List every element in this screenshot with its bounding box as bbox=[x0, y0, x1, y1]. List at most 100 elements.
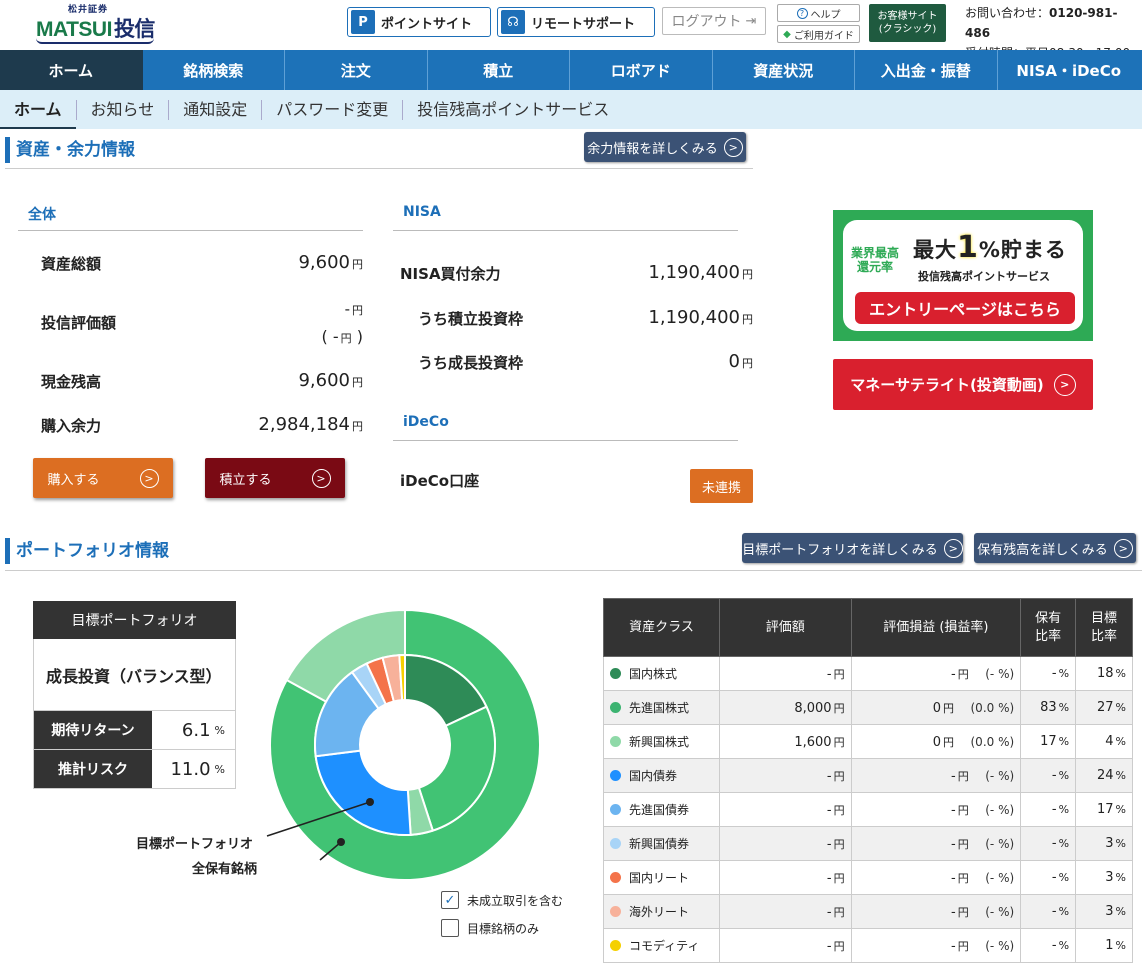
portfolio-title-divider bbox=[5, 570, 1142, 571]
target-only-checkbox[interactable]: 目標銘柄のみ bbox=[441, 919, 539, 937]
ideco-divider bbox=[393, 440, 738, 441]
classic-site-button[interactable]: お客様サイト (クラシック) bbox=[869, 4, 946, 42]
banner-subheadline: 投信残高ポイントサービス bbox=[918, 270, 1050, 283]
subnav-notices[interactable]: お知らせ bbox=[75, 99, 170, 120]
ideco-label: iDeCo bbox=[403, 414, 449, 430]
profit-loss-cell: 0円 (0.0 %) bbox=[850, 724, 1022, 759]
subnav-password-change[interactable]: パスワード変更 bbox=[262, 99, 404, 120]
table-row: 新興国株式 1,600 円 0 円 (0.0 %) 17% 4% bbox=[603, 724, 1133, 759]
col-profit-loss: 評価損益 (損益率) bbox=[850, 598, 1022, 657]
valuation-cell: -円 bbox=[718, 758, 852, 793]
expected-return-row: 期待リターン 6.1% bbox=[33, 711, 236, 750]
fund-valuation-sub: ( -円 ) bbox=[321, 327, 363, 346]
money-satellite-banner[interactable]: マネーサテライト(投資動画) > bbox=[833, 359, 1093, 410]
nisa-label: NISA bbox=[403, 204, 441, 220]
fund-valuation-value: -円 bbox=[344, 300, 363, 318]
asset-class-cell: 国内株式 bbox=[603, 656, 720, 691]
target-ratio-cell: 27% bbox=[1075, 690, 1133, 725]
nisa-divider bbox=[393, 230, 738, 231]
ideco-unlinked-button[interactable]: 未連携 bbox=[690, 469, 753, 503]
asset-class-table: 資産クラス 評価額 評価損益 (損益率) 保有 比率 目標 比率 国内株式 - 円 -… bbox=[603, 598, 1133, 963]
remote-support-label: リモートサポート bbox=[531, 16, 636, 32]
guide-label: ご利用ガイド bbox=[793, 30, 854, 42]
col-target-ratio: 目標 比率 bbox=[1075, 598, 1133, 657]
valuation-cell: -円 bbox=[718, 860, 852, 895]
logout-icon: ⇥ bbox=[745, 13, 757, 29]
banner-headline: 最大1%貯まる bbox=[913, 230, 1067, 265]
subnav-point-service[interactable]: 投信残高ポイントサービス bbox=[403, 100, 623, 120]
holding-ratio-cell: 17% bbox=[1020, 724, 1077, 759]
subnav-home[interactable]: ホーム bbox=[0, 91, 76, 129]
legend-dot-icon bbox=[610, 838, 621, 849]
include-pending-checkbox[interactable]: ✓ 未成立取引を含む bbox=[441, 891, 563, 909]
legend-dot-icon bbox=[610, 906, 621, 917]
valuation-cell: -円 bbox=[718, 928, 852, 963]
capacity-detail-label: 余力情報を詳しくみる bbox=[587, 141, 718, 157]
banner-highest-rate: 業界最高 還元率 bbox=[851, 246, 900, 274]
nav-deposit-transfer[interactable]: 入出金・振替 bbox=[855, 50, 998, 90]
profit-loss-cell: -円 (- %) bbox=[850, 792, 1022, 827]
money-satellite-label: マネーサテライト(投資動画) bbox=[850, 376, 1044, 394]
chart-label-target: 目標ポートフォリオ bbox=[136, 837, 254, 852]
estimated-risk-label: 推計リスク bbox=[34, 750, 152, 788]
table-row: 新興国債券 - 円 - 円 (- %) -% 3% bbox=[603, 826, 1133, 861]
nav-roboad[interactable]: ロボアド bbox=[570, 50, 713, 90]
target-ratio-cell: 3% bbox=[1075, 826, 1133, 861]
logout-button[interactable]: ログアウト ⇥ bbox=[662, 7, 766, 35]
holding-ratio-cell: -% bbox=[1020, 792, 1077, 827]
target-ratio-cell: 24% bbox=[1075, 758, 1133, 793]
headset-icon: ☊ bbox=[501, 10, 525, 34]
expected-return-label: 期待リターン bbox=[34, 711, 152, 749]
point-site-button[interactable]: P ポイントサイト bbox=[347, 7, 491, 37]
asset-class-cell: コモディティ bbox=[603, 928, 720, 963]
nisa-accum-frame-label: うち積立投資枠 bbox=[418, 310, 524, 328]
profit-loss-cell: -円 (- %) bbox=[850, 656, 1022, 691]
target-leader-line bbox=[266, 801, 371, 837]
banner-inner: 業界最高 還元率 最大1%貯まる 投信残高ポイントサービス エントリーページはこち… bbox=[843, 220, 1083, 331]
holding-leader-dot bbox=[337, 838, 345, 846]
nav-fund-search[interactable]: 銘柄検索 bbox=[143, 50, 285, 90]
guide-button[interactable]: ◆ ご利用ガイド bbox=[777, 25, 860, 43]
asset-class-cell: 新興国株式 bbox=[603, 724, 720, 759]
target-leader-dot bbox=[366, 798, 374, 806]
nav-nisa-ideco[interactable]: NISA・iDeCo bbox=[998, 50, 1141, 90]
chart-leader-lines bbox=[266, 798, 374, 861]
nisa-growth-frame-label: うち成長投資枠 bbox=[418, 354, 524, 372]
ideco-account-label: iDeCo口座 bbox=[400, 472, 480, 490]
profit-loss-cell: -円 (- %) bbox=[850, 894, 1022, 929]
target-portfolio-header: 目標ポートフォリオ bbox=[33, 601, 236, 639]
expected-return-value: 6.1% bbox=[181, 719, 225, 741]
chevron-right-icon: > bbox=[723, 137, 743, 157]
holding-ratio-cell: -% bbox=[1020, 860, 1077, 895]
target-ratio-cell: 18% bbox=[1075, 656, 1133, 691]
nav-home[interactable]: ホーム bbox=[0, 50, 143, 90]
nav-accumulation[interactable]: 積立 bbox=[428, 50, 570, 90]
target-ratio-cell: 17% bbox=[1075, 792, 1133, 827]
question-icon: ? bbox=[796, 7, 808, 19]
capacity-detail-button[interactable]: 余力情報を詳しくみる > bbox=[584, 132, 746, 162]
target-portfolio-detail-button[interactable]: 目標ポートフォリオを詳しくみる > bbox=[742, 533, 963, 563]
subnav-notification-settings[interactable]: 通知設定 bbox=[169, 99, 263, 120]
contact-label: お問い合わせ： bbox=[965, 6, 1050, 20]
nav-order[interactable]: 注文 bbox=[285, 50, 428, 90]
target-ratio-cell: 1% bbox=[1075, 928, 1133, 963]
target-ratio-cell: 3% bbox=[1075, 894, 1133, 929]
matsui-logo[interactable]: 松井証券 MATSUI投信 bbox=[36, 2, 156, 46]
banner-entry-button[interactable]: エントリーページはこちら bbox=[855, 292, 1075, 324]
holding-ratio-cell: 83% bbox=[1020, 690, 1077, 725]
total-assets-label: 資産総額 bbox=[41, 255, 102, 273]
remote-support-button[interactable]: ☊ リモートサポート bbox=[497, 7, 655, 37]
accumulate-button[interactable]: 積立する > bbox=[205, 458, 345, 498]
nav-asset-status[interactable]: 資産状況 bbox=[713, 50, 855, 90]
table-row: 先進国株式 8,000 円 0 円 (0.0 %) 83% 27% bbox=[603, 690, 1133, 725]
holdings-detail-label: 保有残高を詳しくみる bbox=[977, 542, 1108, 558]
buy-button[interactable]: 購入する > bbox=[33, 458, 173, 498]
portfolio-section-title: ポートフォリオ情報 bbox=[5, 538, 169, 564]
holdings-detail-button[interactable]: 保有残高を詳しくみる > bbox=[974, 533, 1136, 563]
point-service-banner[interactable]: 業界最高 還元率 最大1%貯まる 投信残高ポイントサービス エントリーページはこち… bbox=[833, 210, 1093, 341]
help-button[interactable]: ? ヘルプ bbox=[777, 4, 860, 22]
asset-class-cell: 先進国債券 bbox=[603, 792, 720, 827]
chevron-right-icon: > bbox=[311, 468, 331, 488]
nisa-accum-frame-value: 1,190,400 円 bbox=[648, 307, 753, 328]
holding-ratio-cell: -% bbox=[1020, 656, 1077, 691]
